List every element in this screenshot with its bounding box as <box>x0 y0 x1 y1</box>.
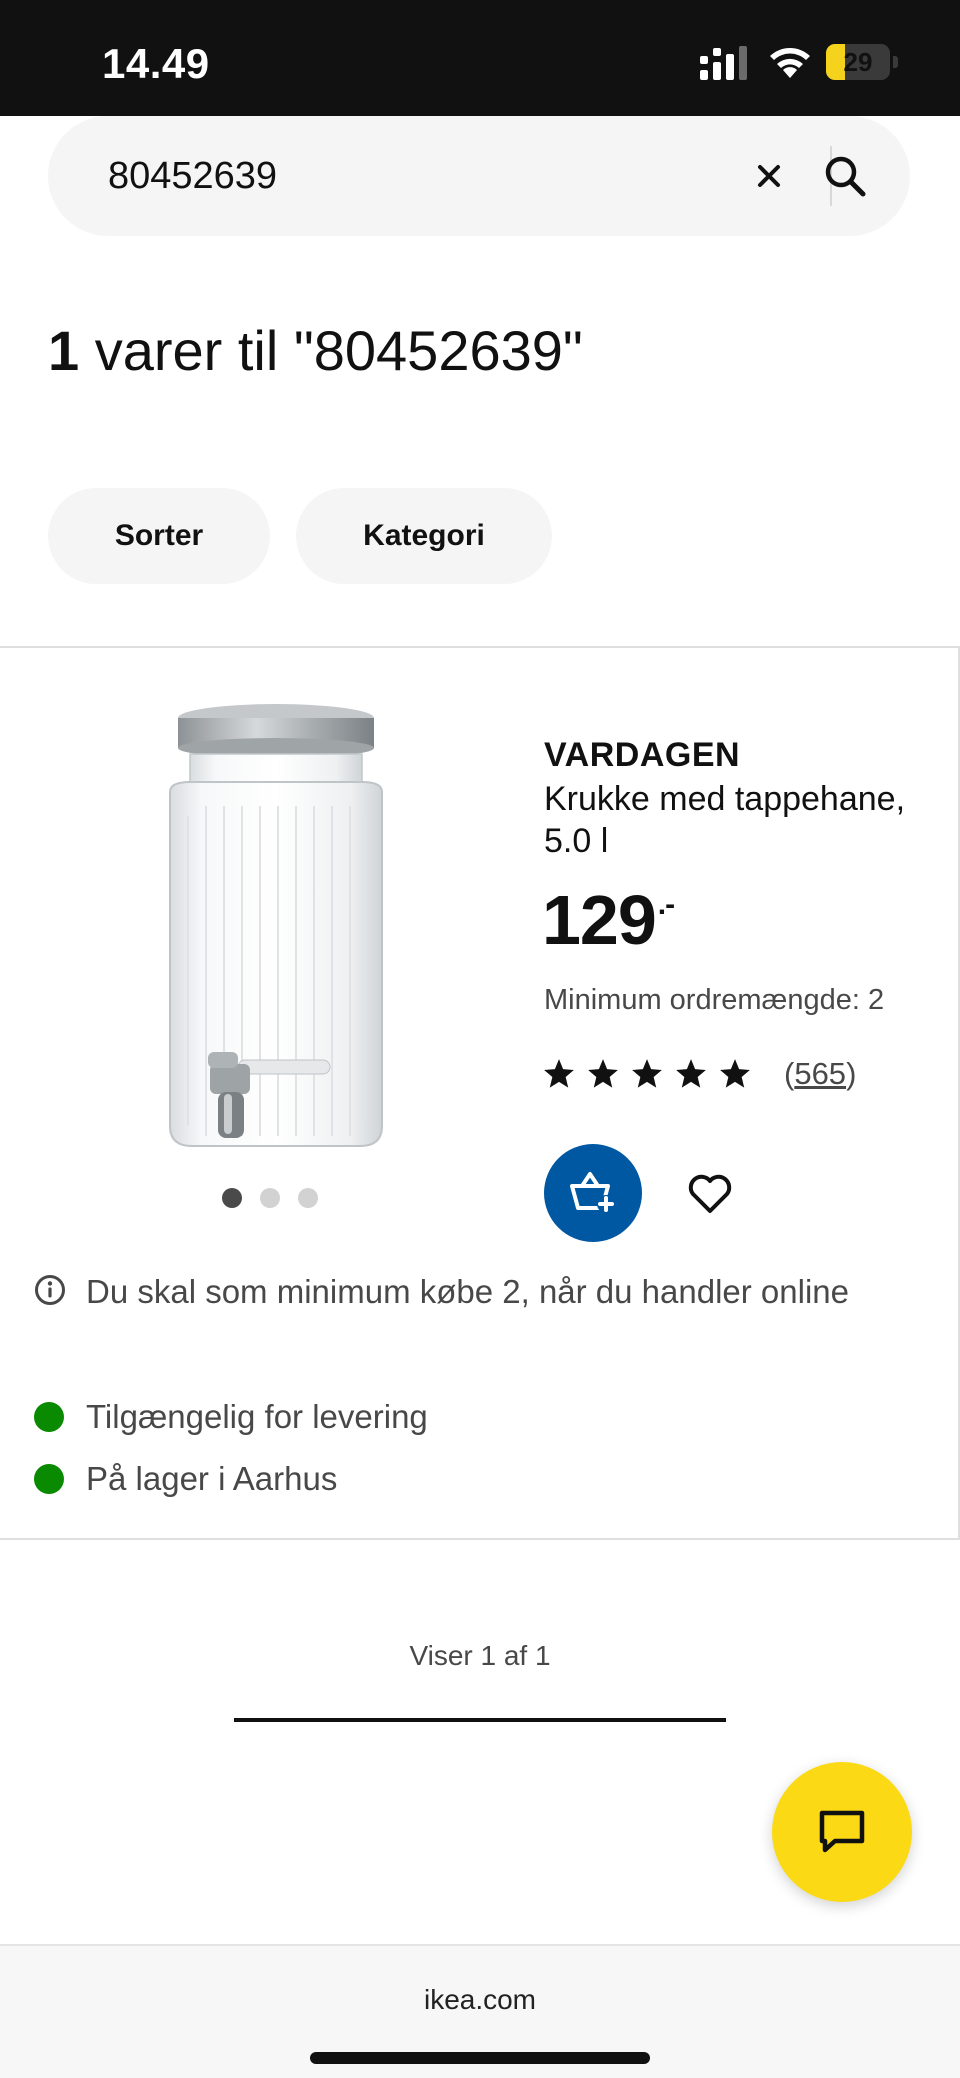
search-button[interactable] <box>810 144 880 208</box>
chat-bubble-icon <box>819 1810 865 1853</box>
status-bar: 14.49 29 <box>0 0 960 116</box>
product-card: VARDAGEN Krukke med tappehane, 5.0 l 129… <box>0 646 960 1540</box>
availability-text: På lager i Aarhus <box>86 1460 338 1497</box>
category-filter-button[interactable]: Kategori <box>296 488 552 584</box>
status-time: 14.49 <box>102 40 210 87</box>
results-heading: 1 varer til "80452639" <box>48 318 583 383</box>
add-to-favorites-button[interactable] <box>672 1156 748 1232</box>
availability-text: Tilgængelig for levering <box>86 1398 428 1435</box>
cart-add-icon <box>570 1172 615 1213</box>
star-icon <box>632 1059 662 1088</box>
availability-status-icon <box>34 1464 64 1494</box>
clear-search-button[interactable] <box>734 150 804 202</box>
battery-level: 29 <box>843 47 873 77</box>
product-name[interactable]: VARDAGEN <box>544 736 740 775</box>
close-icon <box>758 165 780 187</box>
star-icon <box>588 1059 618 1088</box>
price-value: 129 <box>542 881 657 959</box>
product-image[interactable] <box>110 696 500 1156</box>
battery-indicator: 29 <box>826 44 898 80</box>
product-description: Krukke med tappehane, 5.0 l <box>544 780 906 860</box>
delivery-availability: Tilgængelig for levering <box>34 1398 428 1436</box>
half-star-icon <box>720 1059 750 1088</box>
cellular-signal-icon <box>700 46 747 80</box>
minimum-purchase-notice: Du skal som minimum købe 2, når du handl… <box>34 1266 886 1318</box>
review-count[interactable]: (565) <box>784 1056 856 1092</box>
results-count: 1 <box>48 319 80 382</box>
availability-status-icon <box>34 1402 64 1432</box>
product-price: 129.- <box>542 880 675 960</box>
page: 14.49 29 80452639 1 varer til "80452639"… <box>0 0 960 2078</box>
home-indicator[interactable] <box>310 2052 650 2064</box>
image-carousel-dots <box>222 1188 318 1208</box>
store-availability: På lager i Aarhus <box>34 1460 337 1498</box>
chat-button[interactable] <box>772 1762 912 1902</box>
info-icon <box>35 1275 65 1305</box>
browser-bottom-bar: ikea.com <box>0 1944 960 2078</box>
results-progress-fill <box>234 1718 726 1722</box>
star-icon <box>676 1059 706 1088</box>
heart-icon <box>688 1174 732 1213</box>
carousel-dot[interactable] <box>222 1188 242 1208</box>
carousel-dot[interactable] <box>298 1188 318 1208</box>
add-to-cart-button[interactable] <box>544 1144 642 1242</box>
star-icon <box>544 1059 574 1088</box>
search-input[interactable] <box>108 146 668 206</box>
carousel-dot[interactable] <box>260 1188 280 1208</box>
search-bar <box>48 116 910 236</box>
wifi-icon <box>770 48 810 78</box>
sort-button[interactable]: Sorter <box>48 488 270 584</box>
url-label[interactable]: ikea.com <box>0 1984 960 2016</box>
results-progress-bar <box>234 1718 726 1722</box>
pagination-status: Viser 1 af 1 <box>409 1640 551 1671</box>
search-icon <box>825 156 866 197</box>
notice-text: Du skal som minimum købe 2, når du handl… <box>86 1273 850 1310</box>
price-suffix: .- <box>657 888 675 921</box>
results-label: varer til "80452639" <box>79 319 583 382</box>
minimum-order-text: Minimum ordremængde: 2 <box>544 984 885 1016</box>
product-rating[interactable]: (565) <box>542 1056 856 1092</box>
